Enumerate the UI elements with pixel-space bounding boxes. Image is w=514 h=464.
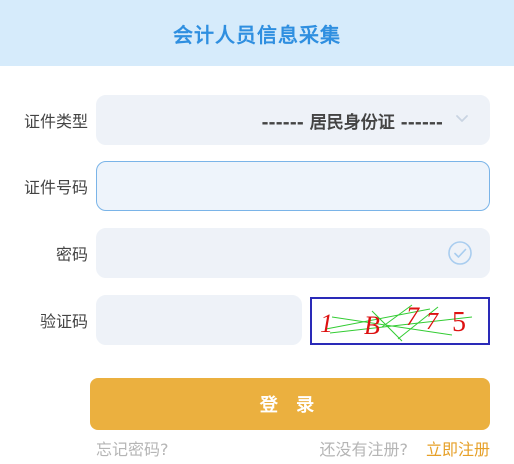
id-type-select[interactable]: ------ 居民身份证 ------ [96, 95, 490, 145]
id-number-row: 证件号码 [0, 161, 514, 211]
forgot-password-link[interactable]: 忘记密码? [96, 436, 169, 460]
captcha-char-2: B [364, 311, 380, 340]
page-title: 会计人员信息采集 [173, 22, 341, 47]
captcha-char-1: 1 [320, 309, 333, 338]
password-label: 密码 [55, 245, 88, 264]
captcha-char-4: 7 [426, 309, 439, 335]
captcha-graphic: 1 B 7 7 5 [320, 302, 473, 342]
captcha-char-5: 5 [452, 307, 466, 338]
id-number-input[interactable] [96, 161, 490, 211]
id-type-label: 证件类型 [23, 112, 88, 131]
password-input[interactable] [96, 228, 490, 278]
id-number-label: 证件号码 [23, 178, 88, 197]
captcha-row: 验证码 1 B 7 7 5 [0, 295, 514, 345]
chevron-down-icon [456, 115, 468, 122]
bottom-links: 忘记密码? 还没有注册? 立即注册 [0, 436, 514, 460]
captcha-label: 验证码 [39, 312, 88, 331]
no-account-text: 还没有注册? [319, 440, 409, 459]
id-type-selected-value: ------ 居民身份证 ------ [261, 112, 443, 133]
register-link[interactable]: 立即注册 [426, 436, 490, 460]
header-bar: 会计人员信息采集 [0, 0, 514, 66]
captcha-image[interactable]: 1 B 7 7 5 [310, 297, 490, 345]
check-circle-icon [448, 241, 472, 265]
captcha-char-3: 7 [406, 302, 420, 331]
login-button[interactable]: 登 录 [90, 378, 490, 430]
id-type-row: 证件类型 ------ 居民身份证 ------ [0, 95, 514, 145]
password-row: 密码 [0, 228, 514, 278]
captcha-input[interactable] [96, 295, 302, 345]
